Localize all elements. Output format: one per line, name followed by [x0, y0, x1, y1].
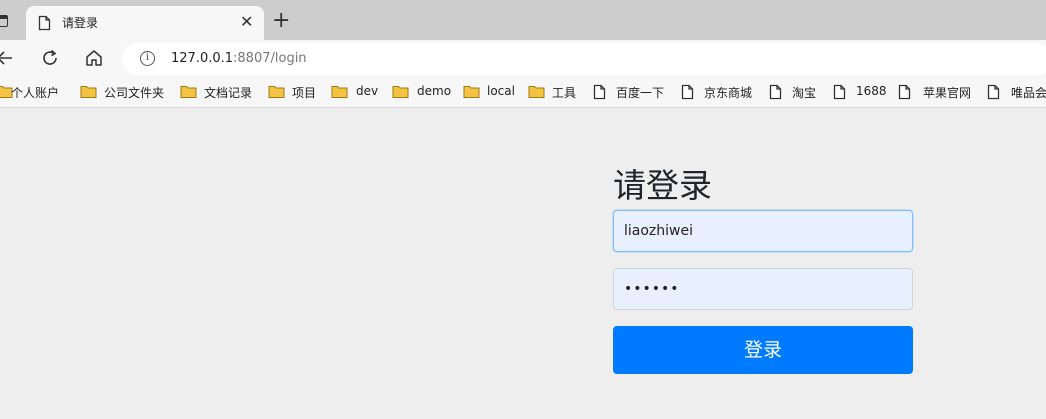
- tab-title: 请登录: [62, 16, 99, 30]
- bookmark-label: 淘宝: [792, 86, 817, 100]
- browser-tab[interactable]: 请登录 ✕: [26, 6, 264, 40]
- bookmark-label: demo: [417, 84, 452, 98]
- toolbar: i 127.0.0.1:8807/login: [0, 40, 1046, 77]
- login-button[interactable]: 登录: [613, 326, 913, 374]
- bookmark-label: 工具: [552, 86, 577, 100]
- password-input[interactable]: ••••••: [613, 268, 913, 310]
- reload-icon[interactable]: [39, 47, 61, 69]
- url-path: :8807/login: [233, 51, 307, 66]
- site-info-icon[interactable]: i: [140, 51, 155, 66]
- bookmark-label: 1688: [856, 84, 887, 98]
- bookmark-label: 个人账户: [11, 86, 60, 100]
- bookmark-label: 唯品会: [1011, 86, 1046, 100]
- bookmark-label: 文档记录: [204, 86, 253, 100]
- url-host: 127.0.0.1: [171, 51, 234, 66]
- bookmark-label: 百度一下: [616, 86, 665, 100]
- close-tab-icon[interactable]: ✕: [240, 13, 253, 31]
- page-icon: [38, 15, 51, 35]
- new-tab-icon[interactable]: +: [272, 9, 290, 33]
- bookmark-label: 苹果官网: [923, 86, 972, 100]
- window-menu-icon[interactable]: [0, 15, 8, 27]
- home-icon[interactable]: [83, 47, 105, 69]
- address-bar[interactable]: i 127.0.0.1:8807/login: [122, 43, 1046, 75]
- bookmark-label: 公司文件夹: [104, 86, 165, 100]
- url-text: 127.0.0.1:8807/login: [171, 51, 307, 66]
- bookmark-label: 京东商城: [704, 86, 753, 100]
- bookmarks-bar: 个人账户 公司文件夹 文档记录 项目 dev demo local 工具 百度一下 京东商城 淘宝 1…: [0, 77, 1046, 108]
- bookmark-label: dev: [356, 84, 379, 98]
- bookmark-label: local: [487, 84, 515, 98]
- tab-strip: 请登录 ✕ +: [0, 0, 1046, 40]
- login-title: 请登录: [613, 166, 712, 205]
- username-input[interactable]: liaozhiwei: [613, 210, 913, 252]
- back-icon[interactable]: [0, 47, 16, 69]
- bookmark-label: 项目: [292, 86, 317, 100]
